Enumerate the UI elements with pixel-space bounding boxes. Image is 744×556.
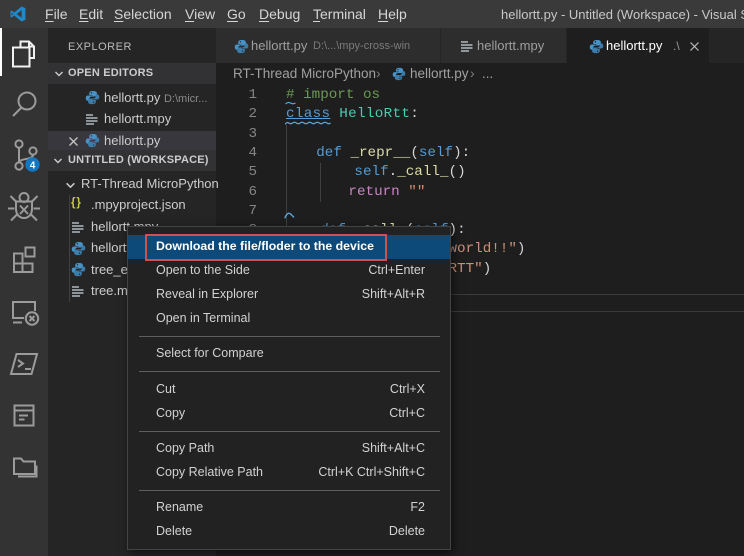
svg-text:4: 4	[30, 161, 36, 172]
